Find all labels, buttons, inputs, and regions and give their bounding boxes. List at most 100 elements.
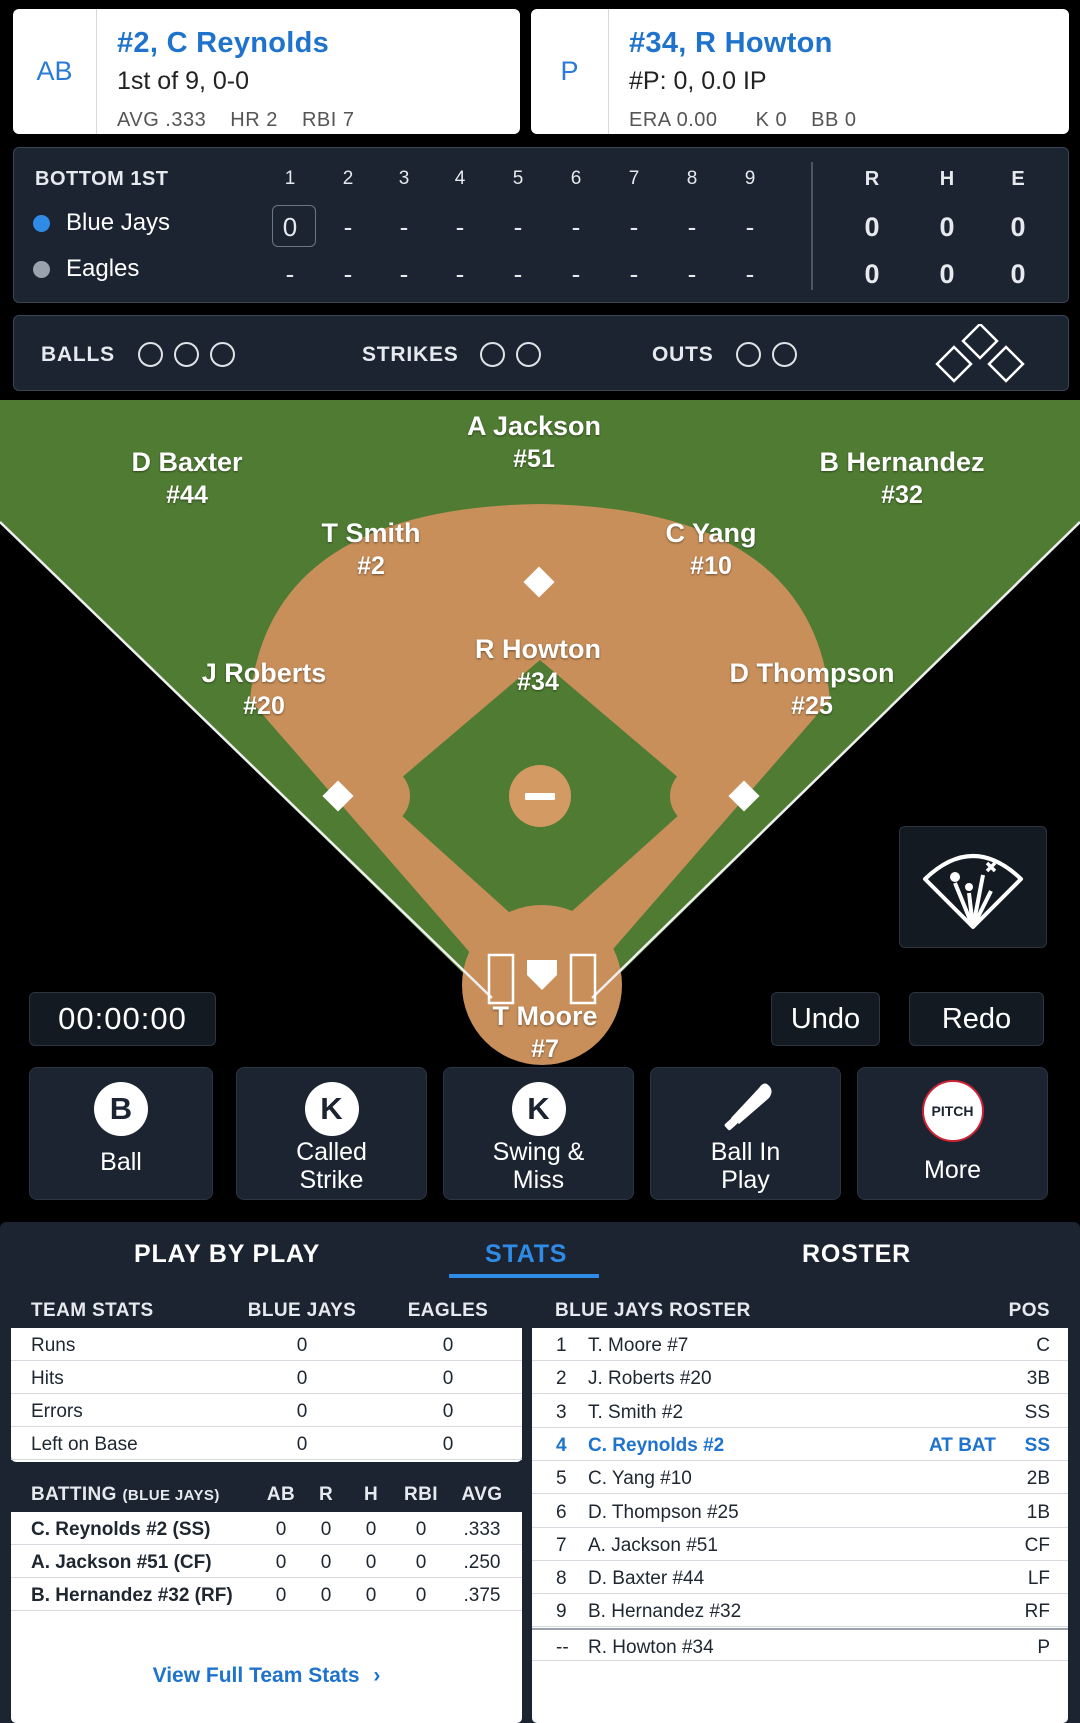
action-label-line: Strike xyxy=(299,1166,364,1194)
swing-miss-button[interactable]: K Swing & Miss xyxy=(443,1067,634,1200)
roster-row[interactable]: 8 D. Baxter #44 LF xyxy=(532,1561,1068,1595)
batting-row[interactable]: B. Hernandez #32 (RF) 0 0 0 0 .375 xyxy=(11,1578,522,1611)
team-name: Eagles xyxy=(66,255,140,282)
inning-score: - xyxy=(687,259,697,289)
fielder-name: R Howton xyxy=(475,634,601,664)
inning-score: 0 xyxy=(282,212,298,242)
roster-row[interactable]: 5 C. Yang #10 2B xyxy=(532,1461,1068,1495)
fielder-number: #44 xyxy=(166,480,208,509)
batting-row[interactable]: C. Reynolds #2 (SS) 0 0 0 0 .333 xyxy=(11,1512,522,1545)
game-timer[interactable]: 00:00:00 xyxy=(29,992,216,1046)
col-header: R xyxy=(318,1484,334,1505)
more-button[interactable]: PITCH More xyxy=(857,1067,1048,1200)
batting-row[interactable]: A. Jackson #51 (CF) 0 0 0 0 .250 xyxy=(11,1545,522,1578)
batting-order: 4 xyxy=(556,1434,567,1456)
fielder-rf[interactable]: B Hernandez #32 xyxy=(819,446,984,511)
fielder-number: #32 xyxy=(881,480,923,509)
team-color-dot xyxy=(33,214,50,232)
batter-avg: AVG .333 xyxy=(117,109,207,131)
stat-value-home: 0 xyxy=(296,1401,308,1422)
team-stats-title: TEAM STATS xyxy=(31,1300,154,1321)
ball-in-play-button[interactable]: Ball In Play xyxy=(650,1067,841,1200)
action-label: Ball xyxy=(100,1148,142,1176)
inning-score: - xyxy=(513,212,523,242)
fielder-name: A Jackson xyxy=(466,411,602,441)
roster-position: 2B xyxy=(1026,1468,1050,1490)
col-header: POS xyxy=(1008,1300,1050,1321)
pitcher-pitches: #P: 0, 0.0 IP xyxy=(629,67,767,95)
team-stat-row: Left on Base 0 0 xyxy=(11,1427,522,1460)
spray-chart-button[interactable] xyxy=(899,826,1047,948)
team-total: 0 xyxy=(864,212,880,242)
at-bat-card[interactable]: AB #2, C Reynolds 1st of 9, 0-0 AVG .333… xyxy=(13,9,520,134)
batting-stat: 0 xyxy=(365,1552,377,1573)
roster-row[interactable]: 1 T. Moore #7 C xyxy=(532,1328,1068,1361)
team-row-away: Eagles xyxy=(33,255,139,283)
fielder-3b[interactable]: J Roberts #20 xyxy=(202,657,327,722)
redo-button[interactable]: Redo xyxy=(909,992,1044,1046)
fielder-number: #20 xyxy=(243,691,285,720)
team-stats-table: TEAM STATS BLUE JAYS EAGLES Runs 0 0 Hit… xyxy=(11,1290,522,1462)
batting-order: 5 xyxy=(556,1468,567,1490)
tab-roster[interactable]: ROSTER xyxy=(802,1240,911,1269)
roster-row[interactable]: 3 T. Smith #2 SS xyxy=(532,1395,1068,1428)
fielder-lf[interactable]: D Baxter #44 xyxy=(131,446,242,511)
roster-row[interactable]: 4 C. Reynolds #2 AT BAT SS xyxy=(532,1428,1068,1461)
batter-name: A. Jackson #51 (CF) xyxy=(31,1552,212,1573)
fielder-number: #7 xyxy=(531,1034,559,1063)
strike-indicator xyxy=(516,342,541,367)
action-label-line: Play xyxy=(721,1166,770,1194)
fielder-name: D Thompson xyxy=(729,658,895,688)
at-bat-tag: AB xyxy=(13,9,97,134)
fielder-1b[interactable]: D Thompson #25 xyxy=(730,657,895,722)
inning-score: - xyxy=(343,212,353,242)
team-name: Blue Jays xyxy=(66,209,171,236)
fielder-cf[interactable]: A Jackson #51 xyxy=(467,410,601,475)
ball-icon: B xyxy=(94,1082,148,1136)
tab-stats[interactable]: STATS xyxy=(485,1240,567,1269)
roster-position: RF xyxy=(1024,1601,1050,1623)
stat-value-away: 0 xyxy=(442,1434,454,1455)
roster-row[interactable]: -- R. Howton #34 P xyxy=(532,1627,1068,1661)
fielder-p[interactable]: R Howton #34 xyxy=(475,633,601,698)
col-header: H xyxy=(363,1484,379,1505)
called-strike-button[interactable]: K Called Strike xyxy=(236,1067,427,1200)
fielder-ss[interactable]: T Smith #2 xyxy=(322,517,421,582)
batter-name: #2, C Reynolds xyxy=(117,27,330,59)
scoreboard-divider xyxy=(811,162,813,290)
roster-row[interactable]: 9 B. Hernandez #32 RF xyxy=(532,1594,1068,1628)
batting-stat: 0 xyxy=(320,1585,332,1606)
ball-button[interactable]: B Ball xyxy=(29,1067,213,1200)
batting-stat: 0 xyxy=(415,1552,427,1573)
pitcher-card[interactable]: P #34, R Howton #P: 0, 0.0 IP ERA 0.00 K… xyxy=(531,9,1069,134)
batting-order: 2 xyxy=(556,1368,567,1390)
roster-position: 3B xyxy=(1026,1368,1050,1390)
action-label-line: Miss xyxy=(512,1166,565,1194)
batting-order: 3 xyxy=(556,1401,567,1423)
inning-score: - xyxy=(571,259,581,289)
ball-indicator xyxy=(138,342,163,367)
fielder-2b[interactable]: C Yang #10 xyxy=(665,517,756,582)
fielder-c[interactable]: T Moore #7 xyxy=(493,1000,598,1065)
roster-position: LF xyxy=(1027,1568,1050,1590)
col-header: BLUE JAYS xyxy=(247,1300,357,1321)
inning-header: 7 xyxy=(628,168,640,189)
batting-order: 7 xyxy=(556,1534,567,1556)
inning-score: - xyxy=(629,259,639,289)
fielder-number: #51 xyxy=(513,444,555,473)
view-full-stats-link[interactable]: View Full Team Stats › xyxy=(11,1664,522,1688)
roster-row[interactable]: 2 J. Roberts #20 3B xyxy=(532,1361,1068,1395)
action-label: Swing & Miss xyxy=(444,1138,633,1194)
roster-row[interactable]: 7 A. Jackson #51 CF xyxy=(532,1528,1068,1561)
inning-score: - xyxy=(687,212,697,242)
undo-button[interactable]: Undo xyxy=(771,992,880,1046)
scoreboard: BOTTOM 1ST Blue Jays Eagles 1 2 3 4 5 6 7 8 9 R H E… xyxy=(13,147,1069,303)
inning-header: 9 xyxy=(744,168,756,189)
roster-player: R. Howton #34 xyxy=(588,1636,714,1658)
pitcher-name: #34, R Howton xyxy=(629,27,833,59)
inning-header: 3 xyxy=(398,168,410,189)
roster-table: BLUE JAYS ROSTER POS 1 T. Moore #7 C 2 J… xyxy=(532,1290,1068,1723)
tab-play-by-play[interactable]: PLAY BY PLAY xyxy=(134,1240,320,1269)
inning-score: - xyxy=(343,259,353,289)
roster-row[interactable]: 6 D. Thompson #25 1B xyxy=(532,1495,1068,1528)
